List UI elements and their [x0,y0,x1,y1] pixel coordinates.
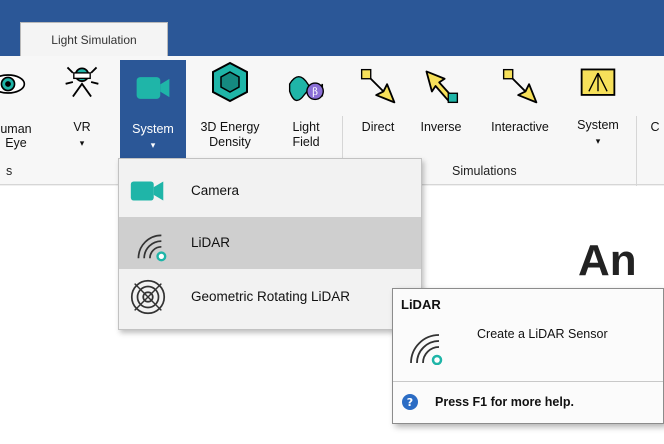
tooltip-description: Create a LiDAR Sensor [477,327,608,341]
menu-item-camera[interactable]: Camera [119,165,421,217]
human-eye-button[interactable]: uman Eye [0,56,38,156]
system-simulation-label: System [577,118,619,132]
simulations-group-label: Simulations [452,164,517,178]
inverse-simulation-button[interactable]: Inverse [410,56,472,156]
inverse-label: Inverse [420,120,462,134]
system-sensor-button[interactable]: System ▾ [120,60,186,158]
system-sensor-label: System [132,122,174,136]
camera-icon [136,77,170,99]
menu-item-geometric-rotating-lidar-label: Geometric Rotating LiDAR [191,289,351,304]
direct-simulation-button[interactable]: Direct [350,56,406,156]
tooltip-help-text: Press F1 for more help. [435,395,574,409]
watermark-text: An [578,236,637,285]
3d-energy-density-button[interactable]: 3D Energy Density [192,56,268,156]
vr-dropdown-arrow: ▾ [79,138,85,148]
system-simulation-button[interactable]: System ▾ [566,56,630,156]
energy-cube-icon [212,61,248,103]
system-simulation-dropdown-arrow: ▾ [595,136,601,146]
svg-text:β: β [312,87,318,98]
vr-button[interactable]: VR ▾ [58,56,106,156]
human-eye-label-2: Eye [5,136,27,150]
light-field-label-2: Field [292,135,320,149]
camera-icon [130,181,164,201]
direct-label: Direct [361,120,395,134]
svg-text:?: ? [407,396,413,409]
tab-light-simulation[interactable]: Light Simulation [20,22,168,56]
lidar-tooltip: LiDAR Create a LiDAR Sensor ? Press F1 f… [392,288,664,424]
interactive-simulation-button[interactable]: Interactive [478,56,562,156]
3d-energy-density-label-2: Density [209,135,251,149]
interactive-arrow-icon [502,68,538,104]
system-sensor-dropdown-arrow: ▾ [150,140,156,150]
menu-item-lidar[interactable]: LiDAR [119,217,421,269]
tooltip-divider [393,381,663,382]
inverse-arrow-icon [425,70,459,104]
cut-off-label: C [650,120,660,134]
light-field-button[interactable]: β Light Field [276,56,336,156]
light-field-label-1: Light [292,120,320,134]
sensors-group-label: s [6,164,13,178]
tooltip-title: LiDAR [401,297,441,312]
rotating-lidar-icon [130,279,166,315]
menu-item-camera-label: Camera [191,183,240,198]
cut-off-button[interactable]: C [646,56,664,156]
eye-icon [0,74,26,94]
direct-arrow-icon [360,68,396,104]
sensor-dropdown-menu: Camera LiDAR Geometric Rotating LiDAR [118,158,422,330]
vr-headset-icon [65,66,99,98]
menu-item-lidar-label: LiDAR [191,235,231,250]
human-eye-label-1: uman [0,122,32,136]
lidar-icon [137,234,167,262]
3d-energy-density-label-1: 3D Energy [200,120,260,134]
vr-label: VR [73,120,91,134]
lidar-icon [410,334,443,365]
light-field-icon: β [288,76,324,102]
system-simulation-icon [580,68,616,96]
menu-item-geometric-rotating-lidar[interactable]: Geometric Rotating LiDAR [119,271,421,323]
help-icon: ? [402,394,418,410]
interactive-label: Interactive [491,120,549,134]
